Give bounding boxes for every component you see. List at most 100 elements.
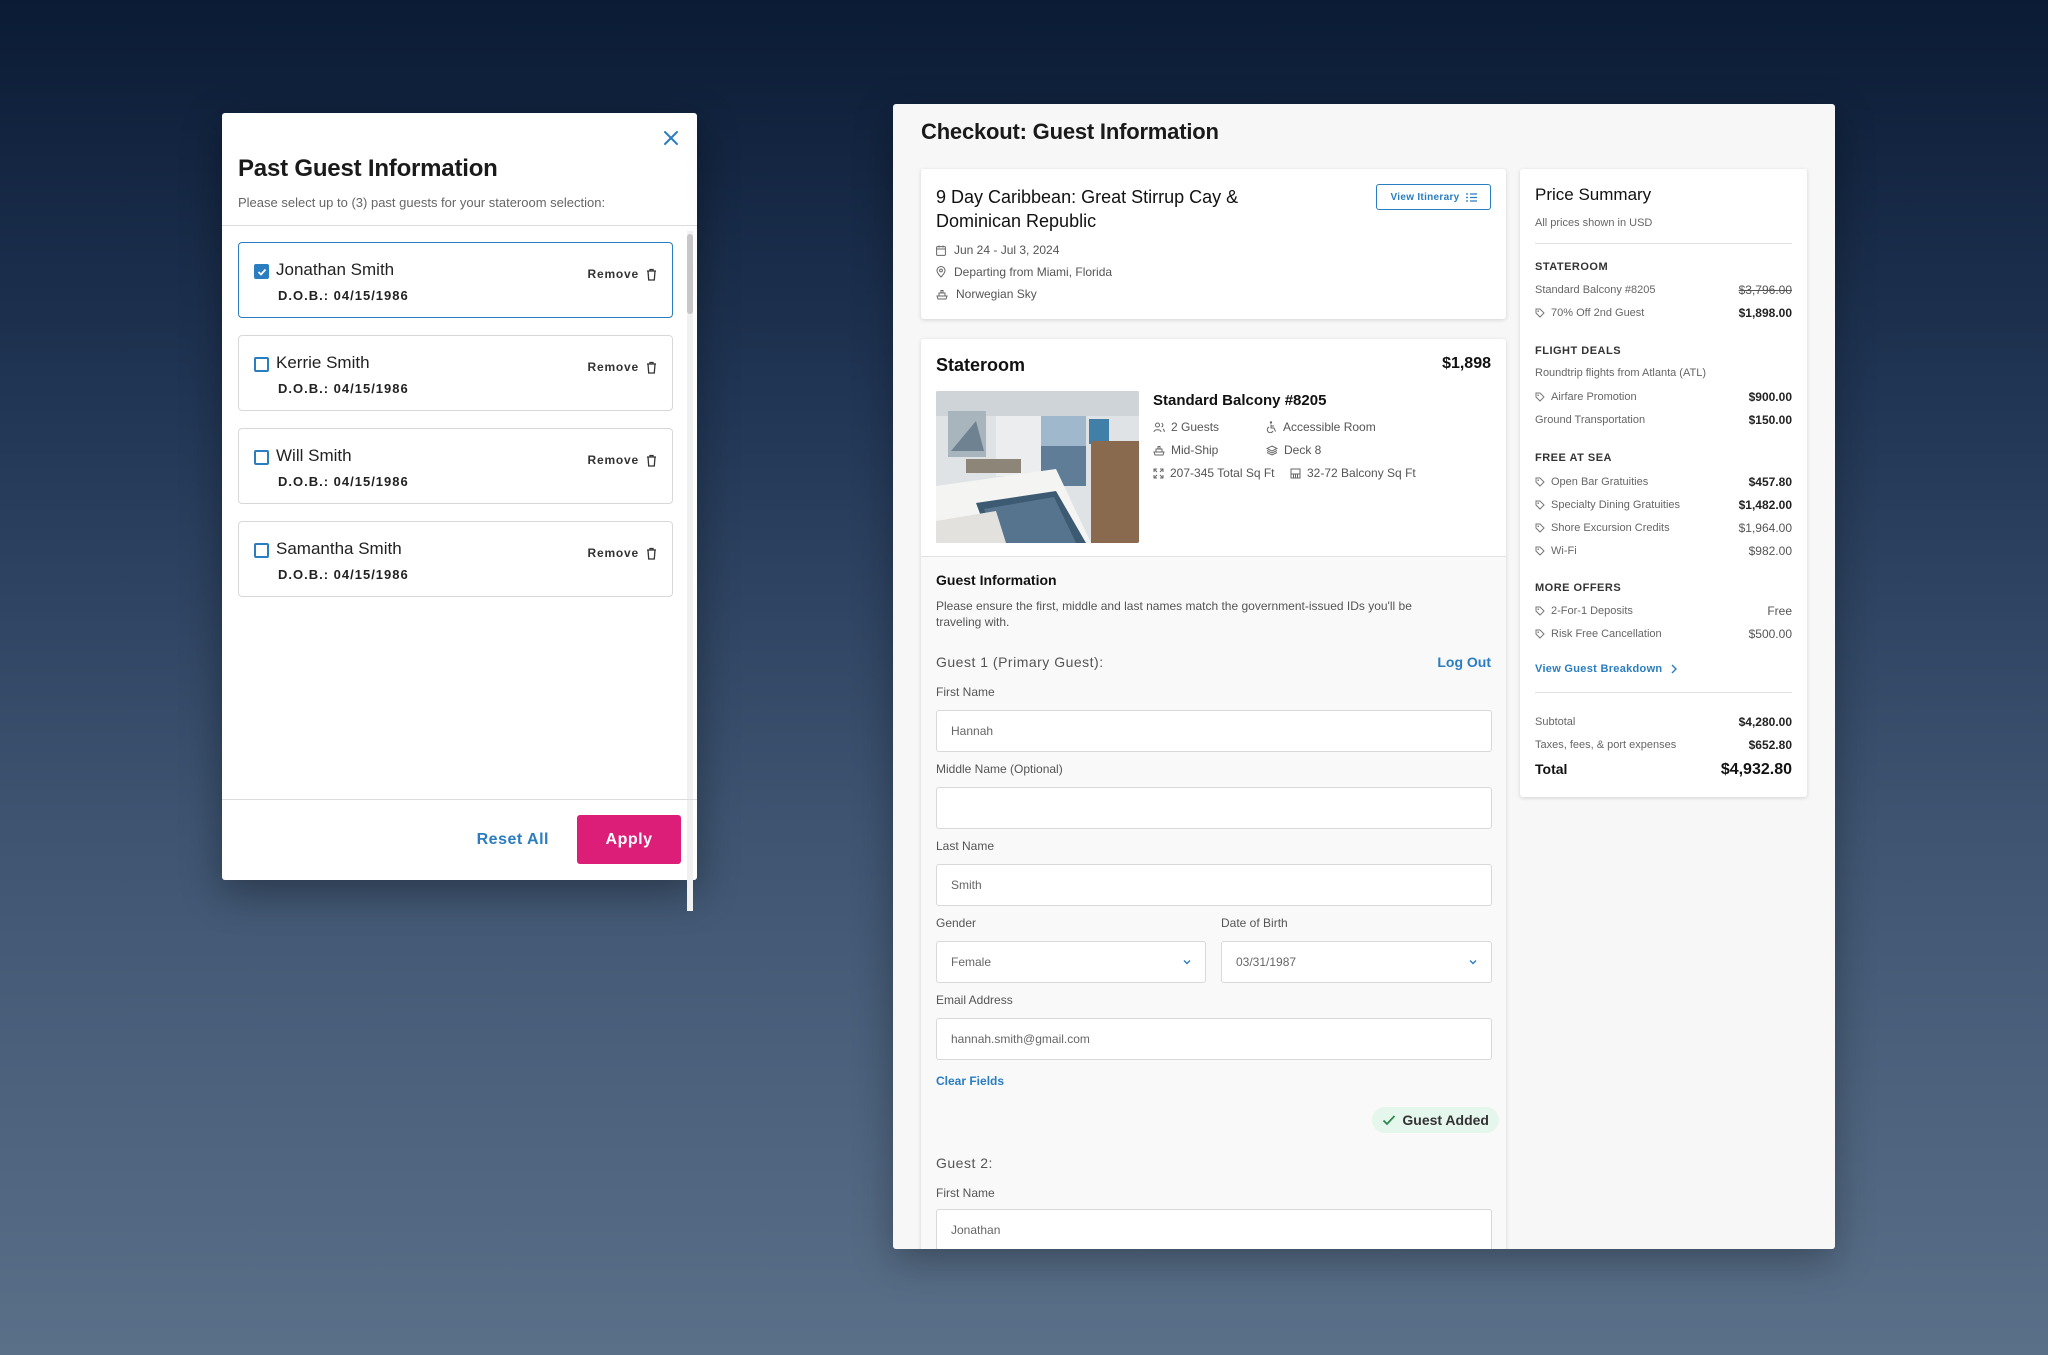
- checkbox[interactable]: [254, 450, 269, 465]
- remove-label: Remove: [587, 360, 639, 374]
- price-row: 2-For-1 Deposits Free: [1535, 604, 1792, 618]
- feature-guests-text: 2 Guests: [1171, 420, 1220, 434]
- total-value: $4,932.80: [1720, 761, 1792, 778]
- price-row: Wi-Fi $982.00: [1535, 544, 1792, 558]
- email-input[interactable]: hannah.smith@gmail.com: [936, 1018, 1492, 1060]
- trash-icon: [647, 454, 656, 467]
- price-row-label: 70% Off 2nd Guest: [1551, 307, 1645, 319]
- guest-list: Jonathan Smith D.O.B.: 04/15/1986 Remove…: [238, 242, 673, 614]
- trip-ship: Norwegian Sky: [936, 287, 1037, 301]
- feature-accessible-text: Accessible Room: [1283, 420, 1376, 434]
- subtotal-value: $4,280.00: [1738, 715, 1792, 729]
- reset-all-button[interactable]: Reset All: [477, 831, 549, 849]
- divider: [1535, 692, 1792, 693]
- price-row-value: $3,796.00: [1738, 283, 1792, 297]
- middle-name-input[interactable]: [936, 787, 1492, 829]
- ship-text: Norwegian Sky: [956, 287, 1037, 301]
- offers-section-heading: MORE OFFERS: [1535, 582, 1622, 594]
- price-row: Ground Transportation $150.00: [1535, 413, 1792, 427]
- price-summary-card: Price Summary All prices shown in USD ST…: [1520, 169, 1807, 797]
- remove-label: Remove: [587, 453, 639, 467]
- log-out-link[interactable]: Log Out: [1437, 654, 1491, 670]
- clear-fields-link[interactable]: Clear Fields: [936, 1074, 1004, 1088]
- guest-name: Will Smith: [276, 446, 352, 465]
- price-row-value: $500.00: [1748, 627, 1792, 641]
- dob-label: Date of Birth: [1221, 916, 1288, 930]
- calendar-icon: [936, 245, 946, 256]
- feature-location: Mid-Ship: [1153, 443, 1218, 457]
- guest-card[interactable]: Will Smith D.O.B.: 04/15/1986 Remove: [238, 428, 673, 504]
- view-itinerary-button[interactable]: View Itinerary: [1376, 184, 1491, 210]
- stateroom-title: Stateroom: [936, 355, 1026, 375]
- page-title: Checkout: Guest Information: [921, 119, 1219, 144]
- tag-icon: [1535, 606, 1545, 616]
- email-label: Email Address: [936, 993, 1013, 1007]
- guest1-label: Guest 1 (Primary Guest):: [936, 654, 1104, 670]
- middle-name-label: Middle Name (Optional): [936, 762, 1063, 776]
- last-name-input[interactable]: Smith: [936, 864, 1492, 906]
- scrollbar-thumb[interactable]: [687, 234, 693, 314]
- price-row-label: Specialty Dining Gratuities: [1551, 499, 1681, 511]
- guest-dob: D.O.B.: 04/15/1986: [278, 288, 409, 303]
- price-row-label: Airfare Promotion: [1551, 391, 1637, 403]
- guest-card[interactable]: Kerrie Smith D.O.B.: 04/15/1986 Remove: [238, 335, 673, 411]
- price-row: Standard Balcony #8205 $3,796.00: [1535, 283, 1792, 297]
- taxes-value: $652.80: [1748, 738, 1792, 752]
- remove-button[interactable]: Remove: [588, 267, 658, 281]
- ship-icon: [936, 289, 948, 299]
- tag-icon: [1535, 392, 1545, 402]
- feature-balcony-sqft: 32-72 Balcony Sq Ft: [1290, 466, 1416, 480]
- guest2-first-name-input[interactable]: Jonathan: [936, 1209, 1492, 1249]
- price-row-value: Free: [1767, 604, 1792, 618]
- guest-name: Kerrie Smith: [276, 353, 370, 372]
- feature-balcony-sqft-text: 32-72 Balcony Sq Ft: [1307, 466, 1416, 480]
- view-guest-breakdown-label: View Guest Breakdown: [1535, 663, 1663, 675]
- location-pin-icon: [936, 266, 946, 278]
- modal-actions: Reset All Apply: [477, 815, 681, 864]
- price-row-value: $900.00: [1748, 390, 1792, 404]
- trip-dates: Jun 24 - Jul 3, 2024: [936, 243, 1059, 257]
- feature-deck: Deck 8: [1266, 443, 1321, 457]
- close-icon[interactable]: [659, 126, 683, 150]
- guest-card[interactable]: Samantha Smith D.O.B.: 04/15/1986 Remove: [238, 521, 673, 597]
- remove-button[interactable]: Remove: [588, 546, 658, 560]
- checkbox[interactable]: [254, 357, 269, 372]
- list-icon: [1465, 192, 1477, 202]
- price-row-value: $982.00: [1748, 544, 1792, 558]
- divider: [222, 799, 697, 800]
- price-row-value: $1,898.00: [1738, 306, 1792, 320]
- chevron-down-icon: [1469, 960, 1477, 965]
- checkbox[interactable]: [254, 543, 269, 558]
- stateroom-photo: [936, 391, 1139, 543]
- price-row: Airfare Promotion $900.00: [1535, 390, 1792, 404]
- past-guest-modal: Past Guest Information Please select up …: [222, 113, 697, 911]
- check-icon: [1383, 1115, 1396, 1126]
- taxes-row: Taxes, fees, & port expenses $652.80: [1535, 738, 1792, 752]
- modal-subtitle: Please select up to (3) past guests for …: [238, 195, 606, 210]
- trash-icon: [647, 268, 656, 281]
- sea-section-heading: FREE AT SEA: [1535, 452, 1613, 464]
- price-row: 70% Off 2nd Guest $1,898.00: [1535, 306, 1792, 320]
- gender-select[interactable]: Female: [936, 941, 1206, 983]
- guest-dob: D.O.B.: 04/15/1986: [278, 567, 409, 582]
- guest-card[interactable]: Jonathan Smith D.O.B.: 04/15/1986 Remove: [238, 242, 673, 318]
- view-guest-breakdown-link[interactable]: View Guest Breakdown: [1535, 663, 1678, 675]
- remove-label: Remove: [587, 267, 639, 281]
- scrollbar-track[interactable]: [687, 231, 693, 911]
- departure-text: Departing from Miami, Florida: [954, 265, 1113, 279]
- trash-icon: [647, 547, 656, 560]
- stateroom-section-heading: STATEROOM: [1535, 261, 1609, 273]
- dob-value: 03/31/1987: [1236, 955, 1297, 969]
- price-row-value: $457.80: [1748, 475, 1792, 489]
- first-name-input[interactable]: Hannah: [936, 710, 1492, 752]
- dob-select[interactable]: 03/31/1987: [1221, 941, 1492, 983]
- flight-section-heading: FLIGHT DEALS: [1535, 345, 1622, 357]
- remove-button[interactable]: Remove: [588, 360, 658, 374]
- price-row: Open Bar Gratuities $457.80: [1535, 475, 1792, 489]
- guest-added-text: Guest Added: [1402, 1112, 1489, 1128]
- checkbox-checked[interactable]: [254, 264, 269, 279]
- feature-total-sqft: 207-345 Total Sq Ft: [1153, 466, 1275, 480]
- remove-button[interactable]: Remove: [588, 453, 658, 467]
- feature-deck-text: Deck 8: [1284, 443, 1322, 457]
- apply-button[interactable]: Apply: [577, 815, 681, 864]
